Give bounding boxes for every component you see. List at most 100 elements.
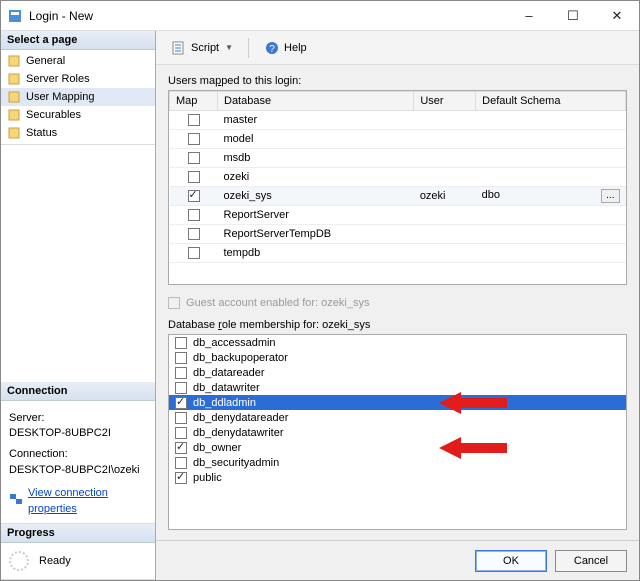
role-db_owner[interactable]: db_owner: [169, 440, 626, 455]
page-icon: [7, 108, 21, 122]
script-button[interactable]: Script ▼: [164, 37, 240, 59]
role-db_accessadmin[interactable]: db_accessadmin: [169, 335, 626, 350]
col-database[interactable]: Database: [218, 92, 414, 111]
cancel-button[interactable]: Cancel: [555, 550, 627, 572]
mapping-row[interactable]: ReportServer: [170, 206, 626, 225]
role-db_datawriter[interactable]: db_datawriter: [169, 380, 626, 395]
script-icon: [171, 40, 187, 56]
page-general[interactable]: General: [1, 52, 155, 70]
toolbar: Script ▼ ? Help: [156, 31, 639, 65]
svg-text:?: ?: [269, 44, 275, 55]
schema-cell: [476, 149, 626, 168]
role-checkbox[interactable]: [175, 352, 187, 364]
network-icon: [9, 492, 23, 511]
map-checkbox[interactable]: [188, 152, 200, 164]
close-button[interactable]: ✕: [595, 1, 639, 30]
role-checkbox[interactable]: [175, 337, 187, 349]
map-checkbox[interactable]: [188, 190, 200, 202]
page-icon: [7, 54, 21, 68]
mapping-row[interactable]: ReportServerTempDB: [170, 225, 626, 244]
role-checkbox[interactable]: [175, 382, 187, 394]
map-checkbox[interactable]: [188, 247, 200, 259]
roles-label: Database role membership for: ozeki_sys: [168, 319, 627, 331]
maximize-button[interactable]: ☐: [551, 1, 595, 30]
db-cell: model: [218, 130, 414, 149]
role-public[interactable]: public: [169, 470, 626, 485]
mapping-grid[interactable]: Map Database User Default Schema masterm…: [168, 90, 627, 285]
ok-button[interactable]: OK: [475, 550, 547, 572]
db-cell: master: [218, 111, 414, 130]
role-checkbox[interactable]: [175, 457, 187, 469]
role-db_ddladmin[interactable]: db_ddladmin: [169, 395, 626, 410]
schema-cell: [476, 206, 626, 225]
help-icon: ?: [264, 40, 280, 56]
page-icon: [7, 72, 21, 86]
mapping-label: Users mapped to this login:: [168, 75, 627, 87]
page-label: User Mapping: [26, 91, 94, 103]
page-label: Securables: [26, 109, 81, 121]
mapping-row[interactable]: ozeki_sysozekidbo...: [170, 187, 626, 206]
role-label: db_ddladmin: [193, 397, 256, 409]
schema-cell: [476, 244, 626, 263]
db-cell: ozeki: [218, 168, 414, 187]
role-checkbox[interactable]: [175, 427, 187, 439]
connection-header: Connection: [1, 382, 155, 401]
role-db_securityadmin[interactable]: db_securityadmin: [169, 455, 626, 470]
role-label: db_datareader: [193, 367, 265, 379]
app-icon: [7, 8, 23, 24]
role-checkbox[interactable]: [175, 472, 187, 484]
role-label: db_owner: [193, 442, 241, 454]
map-checkbox[interactable]: [188, 209, 200, 221]
mapping-row[interactable]: msdb: [170, 149, 626, 168]
page-server-roles[interactable]: Server Roles: [1, 70, 155, 88]
schema-cell: [476, 130, 626, 149]
role-checkbox[interactable]: [175, 412, 187, 424]
mapping-row[interactable]: tempdb: [170, 244, 626, 263]
schema-browse-button[interactable]: ...: [601, 189, 619, 203]
role-db_backupoperator[interactable]: db_backupoperator: [169, 350, 626, 365]
page-user-mapping[interactable]: User Mapping: [1, 88, 155, 106]
schema-cell: [476, 111, 626, 130]
role-db_denydatareader[interactable]: db_denydatareader: [169, 410, 626, 425]
role-db_denydatawriter[interactable]: db_denydatawriter: [169, 425, 626, 440]
user-cell: [414, 149, 476, 168]
mapping-row[interactable]: model: [170, 130, 626, 149]
db-cell: ReportServer: [218, 206, 414, 225]
roles-list[interactable]: db_accessadmin db_backupoperator db_datare…: [168, 334, 627, 530]
help-button[interactable]: ? Help: [257, 37, 314, 59]
schema-cell: [476, 168, 626, 187]
role-db_datareader[interactable]: db_datareader: [169, 365, 626, 380]
user-cell: [414, 225, 476, 244]
page-status[interactable]: Status: [1, 124, 155, 142]
mapping-row[interactable]: ozeki: [170, 168, 626, 187]
role-label: db_backupoperator: [193, 352, 288, 364]
page-securables[interactable]: Securables: [1, 106, 155, 124]
mapping-row[interactable]: master: [170, 111, 626, 130]
view-connection-link[interactable]: View connection properties: [9, 486, 147, 517]
schema-cell: [476, 225, 626, 244]
progress-header: Progress: [1, 524, 155, 543]
guest-checkbox: [168, 297, 180, 309]
col-map[interactable]: Map: [170, 92, 218, 111]
col-user[interactable]: User: [414, 92, 476, 111]
role-checkbox[interactable]: [175, 367, 187, 379]
connection-label: Connection:: [9, 447, 147, 462]
role-checkbox[interactable]: [175, 442, 187, 454]
role-label: db_datawriter: [193, 382, 260, 394]
server-value: DESKTOP-8UBPC2I: [9, 426, 147, 441]
db-cell: ozeki_sys: [218, 187, 414, 206]
help-label: Help: [284, 42, 307, 54]
map-checkbox[interactable]: [188, 171, 200, 183]
map-checkbox[interactable]: [188, 133, 200, 145]
user-cell: [414, 111, 476, 130]
spinner-icon: [9, 551, 29, 571]
role-checkbox[interactable]: [175, 397, 187, 409]
minimize-button[interactable]: –: [507, 1, 551, 30]
col-schema[interactable]: Default Schema: [476, 92, 626, 111]
map-checkbox[interactable]: [188, 114, 200, 126]
role-label: db_securityadmin: [193, 457, 279, 469]
user-cell: [414, 168, 476, 187]
db-cell: ReportServerTempDB: [218, 225, 414, 244]
map-checkbox[interactable]: [188, 228, 200, 240]
role-label: db_denydatawriter: [193, 427, 284, 439]
